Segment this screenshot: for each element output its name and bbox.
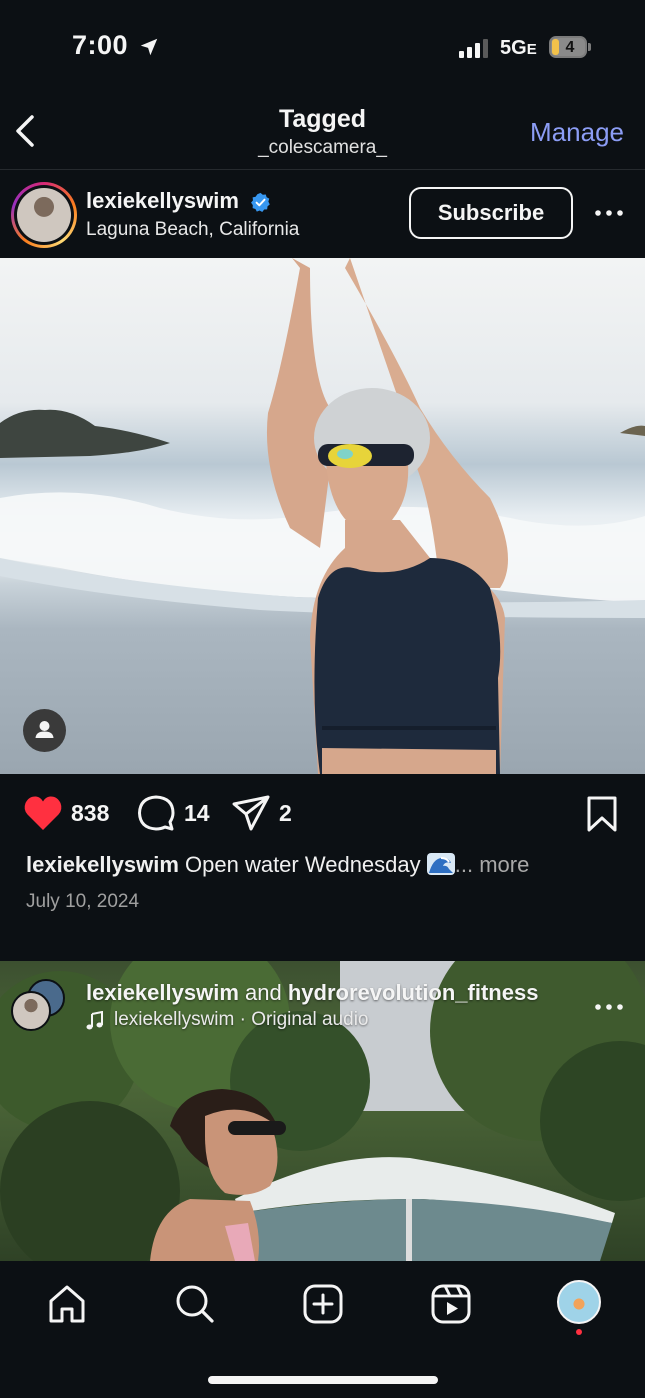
share-count[interactable]: 2 bbox=[279, 800, 292, 827]
network-type: 5GE bbox=[500, 37, 537, 59]
tagged-people-button[interactable] bbox=[23, 709, 66, 752]
create-post-icon[interactable] bbox=[302, 1283, 344, 1325]
heart-icon[interactable] bbox=[23, 794, 63, 832]
post-username[interactable]: lexiekellyswim bbox=[86, 188, 239, 214]
post-date: July 10, 2024 bbox=[26, 891, 140, 912]
post-caption[interactable]: lexiekellyswim Open water Wednesday ... … bbox=[26, 852, 626, 878]
reel-more-options-icon[interactable] bbox=[593, 997, 625, 1017]
post-actions: 838 14 2 bbox=[0, 774, 645, 854]
cellular-signal-icon bbox=[459, 39, 488, 58]
share-icon[interactable] bbox=[231, 794, 271, 832]
post-photo bbox=[0, 258, 645, 774]
reel-author-avatar[interactable] bbox=[11, 991, 51, 1031]
wave-emoji-icon bbox=[426, 853, 455, 875]
reel-audio[interactable]: lexiekellyswim · Original audio bbox=[114, 1009, 368, 1031]
reel-authors: lexiekellyswim and hydrorevolution_fitne… bbox=[86, 980, 538, 1006]
like-count[interactable]: 838 bbox=[71, 800, 109, 827]
reel-user-2[interactable]: hydrorevolution_fitness bbox=[288, 980, 539, 1005]
battery-level: 4 bbox=[565, 39, 575, 56]
caption-more-link[interactable]: ... more bbox=[455, 852, 530, 877]
bookmark-icon[interactable] bbox=[585, 796, 619, 832]
avatar bbox=[17, 188, 71, 242]
reel-video-frame bbox=[0, 961, 645, 1261]
post-image[interactable] bbox=[0, 258, 645, 774]
music-note-icon bbox=[86, 1011, 103, 1030]
person-icon bbox=[35, 721, 54, 738]
status-bar: 7:00 5GE 4 bbox=[0, 0, 645, 95]
post-location[interactable]: Laguna Beach, California bbox=[86, 219, 299, 241]
comment-icon[interactable] bbox=[137, 794, 175, 832]
more-options-icon[interactable] bbox=[593, 203, 625, 223]
manage-button[interactable]: Manage bbox=[530, 117, 624, 148]
search-icon[interactable] bbox=[174, 1283, 216, 1325]
post-header: lexiekellyswim Laguna Beach, California … bbox=[0, 172, 645, 258]
verified-badge-icon bbox=[251, 192, 270, 212]
notification-dot bbox=[576, 1329, 582, 1335]
reels-icon[interactable] bbox=[430, 1283, 472, 1325]
story-avatar[interactable] bbox=[11, 182, 77, 248]
caption-username[interactable]: lexiekellyswim bbox=[26, 852, 179, 877]
home-indicator[interactable] bbox=[208, 1376, 438, 1384]
nav-header: Tagged _colescamera_ Manage bbox=[0, 95, 645, 170]
location-arrow-icon bbox=[140, 38, 158, 56]
reel-post[interactable]: lexiekellyswim and hydrorevolution_fitne… bbox=[0, 961, 645, 1261]
subscribe-button[interactable]: Subscribe bbox=[409, 187, 573, 239]
profile-tab-avatar[interactable] bbox=[557, 1280, 601, 1324]
battery-icon: 4 bbox=[549, 36, 591, 60]
home-icon[interactable] bbox=[46, 1283, 88, 1325]
comment-count[interactable]: 14 bbox=[184, 800, 210, 827]
status-time: 7:00 bbox=[72, 30, 129, 60]
caption-text: Open water Wednesday bbox=[185, 852, 421, 877]
reel-user-1[interactable]: lexiekellyswim bbox=[86, 980, 239, 1005]
reel-conjunction: and bbox=[245, 980, 282, 1005]
